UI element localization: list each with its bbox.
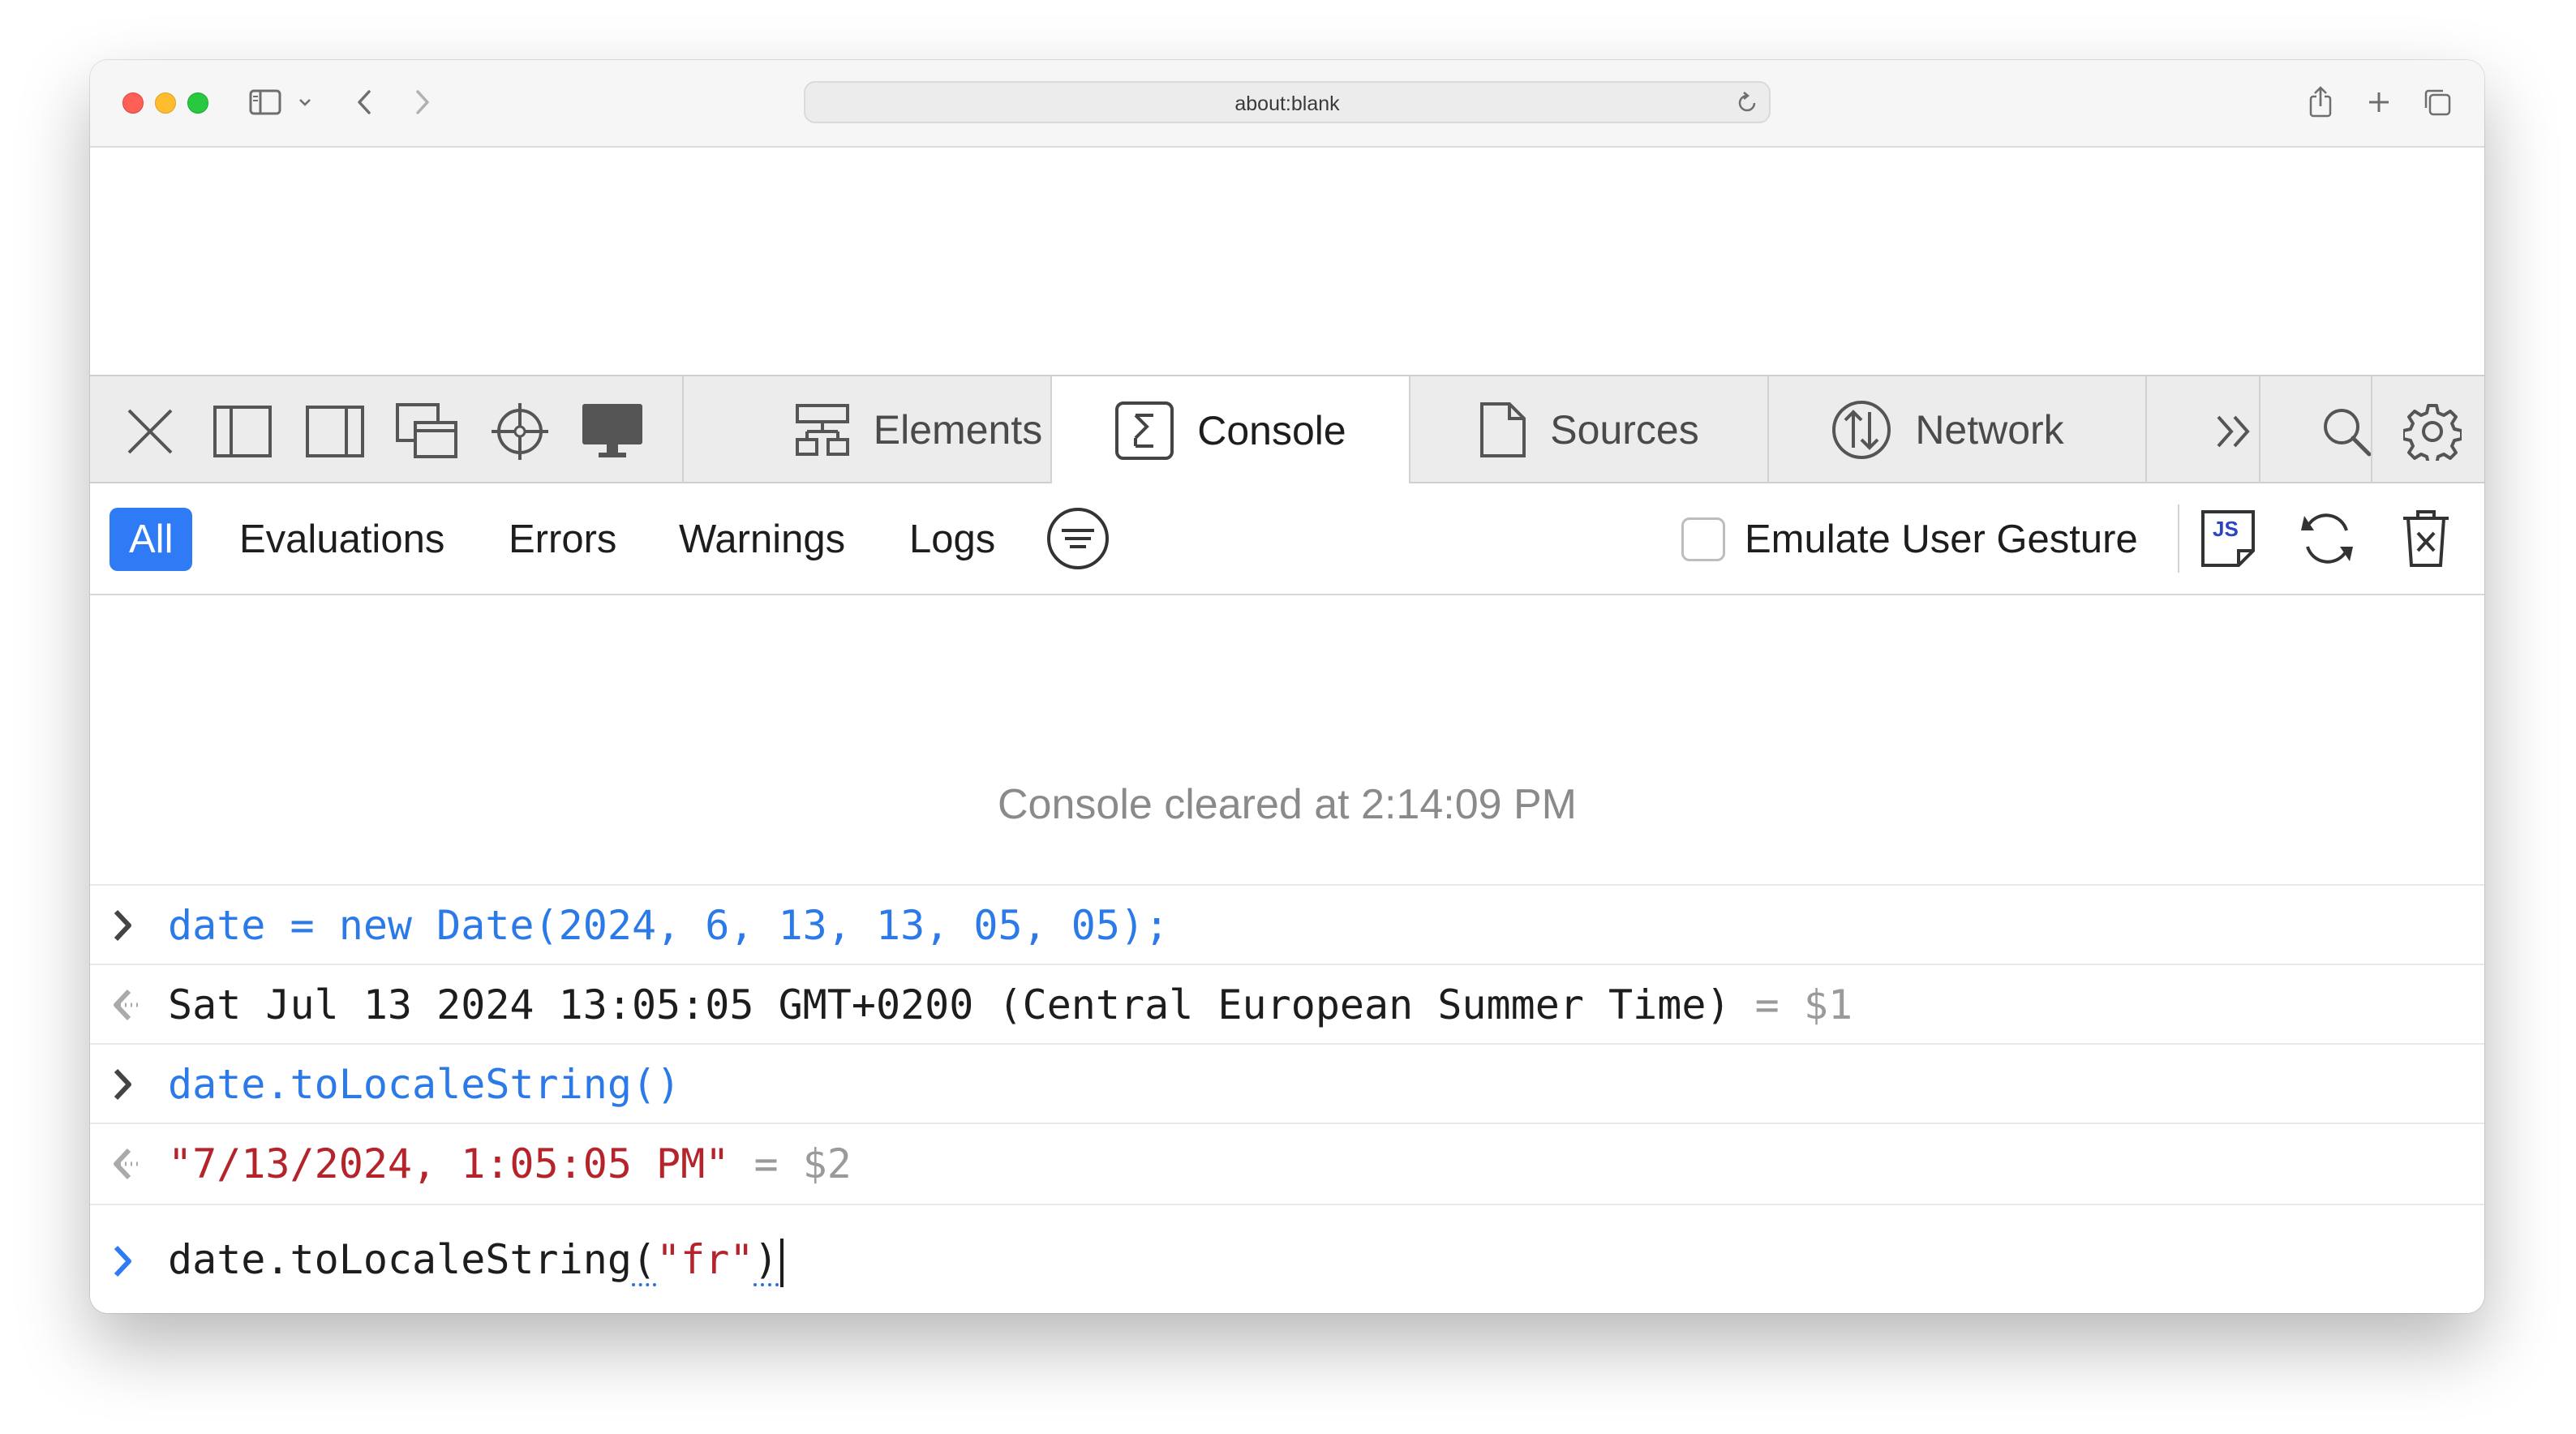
tab-sources[interactable]: Sources — [1410, 376, 1767, 483]
console-output: Console cleared at 2:14:09 PM date = new… — [90, 595, 2484, 1313]
dock-right-icon[interactable] — [301, 397, 369, 466]
elements-icon — [795, 404, 849, 456]
console-output-entry: "7/13/2024, 1:05:05 PM" = $2 — [90, 1123, 2484, 1205]
dock-left-icon[interactable] — [208, 397, 277, 466]
reload-icon[interactable] — [1733, 89, 1761, 121]
return-arrow-icon — [111, 1145, 147, 1187]
console-cleared-message: Console cleared at 2:14:09 PM — [998, 781, 1577, 828]
close-paren: ) — [753, 1236, 779, 1286]
prompt-input[interactable]: date.toLocaleString("fr") — [168, 1236, 784, 1287]
console-input-entry: date = new Date(2024, 6, 13, 13, 05, 05)… — [90, 884, 2484, 965]
text-caret — [779, 1238, 784, 1287]
network-icon — [1832, 401, 1891, 459]
tab-overview-icon[interactable] — [2419, 83, 2455, 122]
sources-icon — [1480, 402, 1526, 457]
filter-warnings[interactable]: Warnings — [679, 508, 845, 571]
result-reference[interactable]: = $2 — [753, 1140, 851, 1187]
emulate-user-gesture-label: Emulate User Gesture — [1745, 517, 2138, 561]
chevron-right-icon — [111, 1066, 135, 1107]
zoom-window-button[interactable] — [187, 92, 208, 114]
device-display-icon[interactable] — [578, 397, 646, 466]
new-tab-icon[interactable] — [2361, 83, 2397, 122]
console-icon — [1115, 401, 1174, 460]
sidebar-toggle-icon[interactable] — [246, 83, 285, 122]
share-icon[interactable] — [2303, 83, 2338, 122]
filter-evaluations[interactable]: Evaluations — [239, 508, 444, 571]
address-text: about:blank — [1234, 92, 1340, 115]
prompt-chevron-icon — [111, 1243, 135, 1284]
filter-menu-icon[interactable] — [1044, 504, 1112, 573]
forward-icon[interactable] — [406, 83, 439, 122]
inspect-crosshair-icon[interactable] — [486, 397, 554, 466]
close-icon[interactable] — [116, 397, 184, 466]
tab-network[interactable]: Network — [1769, 376, 2126, 483]
js-snippet-icon[interactable]: JS — [2194, 504, 2262, 573]
tab-label: Sources — [1550, 407, 1699, 453]
result-reference[interactable]: = $1 — [1755, 981, 1853, 1028]
close-window-button[interactable] — [122, 92, 144, 114]
return-arrow-icon — [111, 986, 147, 1028]
chevron-down-icon[interactable] — [293, 83, 317, 122]
console-filter-bar: All Evaluations Errors Warnings Logs Emu… — [90, 483, 2484, 595]
console-input-entry: date.toLocaleString() — [90, 1043, 2484, 1124]
tab-console[interactable]: Console — [1052, 376, 1409, 485]
trash-icon[interactable] — [2392, 504, 2460, 573]
gear-icon[interactable] — [2398, 397, 2467, 466]
prompt-text: date.toLocaleString — [168, 1236, 632, 1283]
minimize-window-button[interactable] — [155, 92, 176, 114]
filter-all[interactable]: All — [109, 508, 193, 571]
detach-window-icon[interactable] — [393, 397, 462, 466]
console-output-entry: Sat Jul 13 2024 13:05:05 GMT+0200 (Centr… — [90, 964, 2484, 1045]
emulate-user-gesture-checkbox[interactable] — [1681, 517, 1725, 561]
console-input-text: date = new Date(2024, 6, 13, 13, 05, 05)… — [168, 902, 1170, 949]
back-icon[interactable] — [348, 83, 380, 122]
devtools-tab-bar: Elements Console Sources Network — [90, 375, 2484, 485]
tab-label: Network — [1915, 407, 2064, 453]
tab-label: Elements — [873, 407, 1043, 453]
open-paren: ( — [631, 1236, 657, 1286]
filter-logs[interactable]: Logs — [909, 508, 995, 571]
console-output-text: "7/13/2024, 1:05:05 PM" — [168, 1140, 730, 1187]
browser-window: about:blank Elements Console Sources Net… — [90, 60, 2484, 1313]
chevron-right-icon — [111, 907, 135, 948]
address-bar[interactable]: about:blank — [804, 81, 1771, 123]
console-output-text: Sat Jul 13 2024 13:05:05 GMT+0200 (Centr… — [168, 981, 1731, 1028]
console-input-text: date.toLocaleString() — [168, 1061, 681, 1108]
page-content — [90, 148, 2484, 375]
preserve-log-icon[interactable] — [2293, 504, 2361, 573]
tab-label: Console — [1197, 408, 1346, 453]
browser-toolbar: about:blank — [90, 60, 2484, 148]
filter-errors[interactable]: Errors — [509, 508, 616, 571]
prompt-string-arg: "fr" — [656, 1236, 754, 1283]
console-prompt[interactable]: date.toLocaleString("fr") — [90, 1204, 2484, 1313]
js-badge-text: JS — [2213, 517, 2239, 541]
